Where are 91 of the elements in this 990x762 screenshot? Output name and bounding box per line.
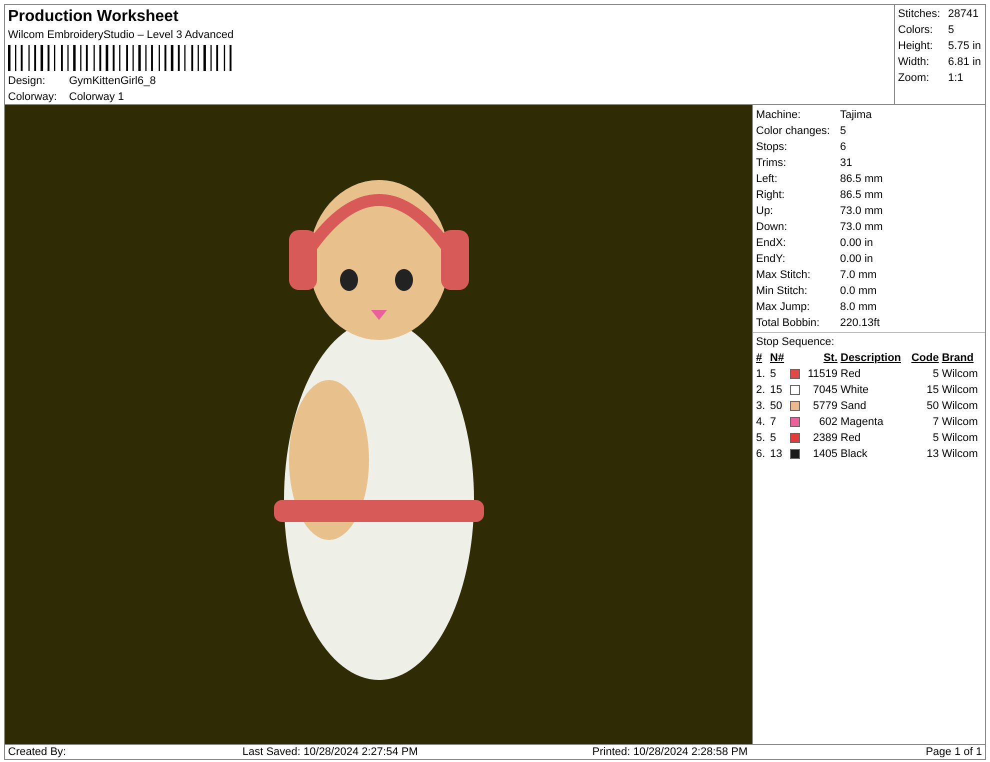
column-header: # xyxy=(756,350,770,366)
table-cell: 5 xyxy=(908,366,942,382)
field-label: Total Bobbin: xyxy=(756,316,821,331)
table-cell-text: Wilcom xyxy=(942,383,979,398)
field-label: Height: xyxy=(898,39,934,54)
field-value: GymKittenGirl6_8 xyxy=(69,74,156,89)
last-saved-text: Last Saved: 10/28/2024 2:27:54 PM xyxy=(242,745,418,759)
table-cell-text: 11519 xyxy=(806,367,838,382)
table-cell: 5 xyxy=(770,366,790,382)
field-label: Colorway: xyxy=(8,90,58,105)
section-title: Stop Sequence: xyxy=(756,335,836,350)
field-label: Color changes: xyxy=(756,124,831,139)
table-cell: 15 xyxy=(908,382,942,398)
column-header: St. xyxy=(804,350,840,366)
field-label: Width: xyxy=(898,55,930,70)
field-label: Stitches: xyxy=(898,7,942,22)
table-cell-text: Wilcom xyxy=(942,431,979,446)
field-value: Colorway 1 xyxy=(69,90,124,105)
field-value: 6.81 in xyxy=(948,55,982,70)
page-number: Page 1 of 1 xyxy=(924,745,982,759)
field-value: 1:1 xyxy=(948,71,964,86)
field-value: 7.0 mm xyxy=(840,268,877,283)
table-cell: 7 xyxy=(770,414,790,430)
column-header: Description xyxy=(840,351,902,366)
created-by-label: Created By: xyxy=(8,745,68,759)
field-label: Design: xyxy=(8,74,46,89)
table-cell: 5 xyxy=(770,430,790,446)
field-label: Left: xyxy=(756,172,778,187)
field-value: 8.0 mm xyxy=(840,300,877,315)
field-value: 28741 xyxy=(948,7,979,22)
field-value: 31 xyxy=(840,156,852,171)
field-label: Up: xyxy=(756,204,774,219)
field-value: 5 xyxy=(840,124,846,139)
table-cell-text: White xyxy=(840,383,870,398)
field-label: EndX: xyxy=(756,236,787,251)
field-label: Max Jump: xyxy=(756,300,811,315)
table-cell-text: Black xyxy=(840,447,868,462)
table-cell: 50 xyxy=(908,398,942,414)
field-label: Min Stitch: xyxy=(756,284,808,299)
table-cell-text: Red xyxy=(840,367,862,382)
table-cell: 13 xyxy=(770,446,790,462)
table-cell-text: Wilcom xyxy=(942,399,979,414)
field-label: EndY: xyxy=(756,252,786,267)
field-label: Trims: xyxy=(756,156,788,171)
field-value: 5 xyxy=(948,23,954,38)
field-label: Zoom: xyxy=(898,71,930,86)
table-cell-text: Magenta xyxy=(840,415,884,430)
field-value: 0.0 mm xyxy=(840,284,877,299)
field-value: 73.0 mm xyxy=(840,220,883,235)
table-cell-text: 1405 xyxy=(812,447,838,462)
table-cell-text: 6. xyxy=(756,447,766,462)
field-value: 0.00 in xyxy=(840,252,874,267)
table-cell-text: Wilcom xyxy=(942,415,979,430)
table-cell-text: 2. xyxy=(756,383,766,398)
field-label: Machine: xyxy=(756,108,802,123)
field-label: Max Stitch: xyxy=(756,268,812,283)
table-cell: 3. xyxy=(756,398,770,414)
table-cell-text: 602 xyxy=(818,415,838,430)
column-header: N# xyxy=(770,351,786,366)
field-value: 6 xyxy=(840,140,846,155)
field-value: 5.75 in xyxy=(948,39,982,54)
table-cell-text: 2389 xyxy=(812,431,838,446)
field-value: 86.5 mm xyxy=(840,188,883,203)
table-cell-text: Red xyxy=(840,431,862,446)
table-cell: 50 xyxy=(770,398,790,414)
worksheet-title: Production Worksheet xyxy=(8,7,180,27)
column-header: Code xyxy=(908,350,942,366)
table-cell: 15 xyxy=(770,382,790,398)
software-name: Wilcom EmbroideryStudio – Level 3 Advanced xyxy=(8,28,235,43)
field-value: 220.13ft xyxy=(840,316,880,331)
field-value: 73.0 mm xyxy=(840,204,883,219)
table-cell-text: Sand xyxy=(840,399,868,414)
table-cell: 5 xyxy=(908,430,942,446)
table-cell-text: 5779 xyxy=(812,399,838,414)
table-cell: 13 xyxy=(908,446,942,462)
printed-text: Printed: 10/28/2024 2:28:58 PM xyxy=(591,745,748,759)
column-header: Brand xyxy=(942,351,975,366)
table-cell: 7045 xyxy=(804,382,840,398)
table-cell: 5. xyxy=(756,430,770,446)
field-value: 0.00 in xyxy=(840,236,874,251)
field-label: Down: xyxy=(756,220,788,235)
field-label: Colors: xyxy=(898,23,934,38)
table-cell-text: Wilcom xyxy=(942,367,979,382)
table-cell-text: Wilcom xyxy=(942,447,979,462)
table-cell: 7 xyxy=(908,414,942,430)
field-value: Tajima xyxy=(840,108,872,123)
field-label: Stops: xyxy=(756,140,788,155)
field-label: Right: xyxy=(756,188,786,203)
table-cell: 1. xyxy=(756,366,770,382)
table-cell-text: 4. xyxy=(756,415,766,430)
field-value: 86.5 mm xyxy=(840,172,883,187)
